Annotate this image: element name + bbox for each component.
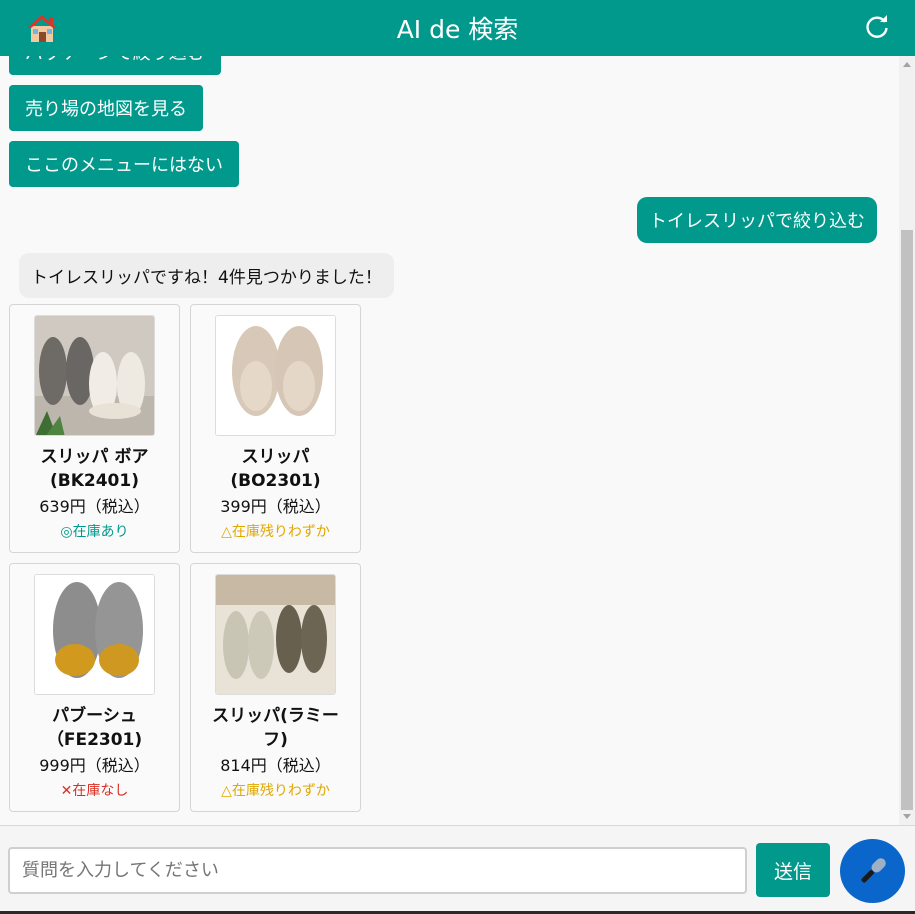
product-name: スリッパ ボア (BK2401)	[40, 447, 149, 491]
chat-area[interactable]: パッケージで絞り込む 売り場の地図を見る ここのメニューにはない トイレスリッパ…	[0, 56, 899, 825]
app-header: AI de 検索	[0, 0, 915, 56]
product-name: パブーシュ （FE2301)	[46, 706, 143, 750]
chat-scrollbar[interactable]	[899, 56, 915, 825]
product-image	[34, 315, 155, 436]
product-price: 639円（税込）	[39, 497, 150, 516]
product-name: スリッパ(ラミーフ)	[212, 706, 339, 750]
product-price: 999円（税込）	[39, 756, 150, 775]
microphone-icon	[860, 858, 886, 883]
scroll-down-icon[interactable]	[903, 814, 911, 819]
product-card[interactable]: スリッパ(ラミーフ) 814円（税込） △在庫残りわずか	[190, 563, 361, 812]
product-image	[34, 574, 155, 695]
product-image	[215, 315, 336, 436]
product-card[interactable]: パブーシュ （FE2301) 999円（税込） ✕在庫なし	[9, 563, 180, 812]
user-message: トイレスリッパで絞り込む	[637, 197, 877, 243]
send-button[interactable]: 送信	[756, 843, 830, 897]
option-button-not-in-menu[interactable]: ここのメニューにはない	[9, 141, 239, 187]
scrollbar-thumb[interactable]	[901, 230, 913, 810]
option-button-map[interactable]: 売り場の地図を見る	[9, 85, 203, 131]
product-name: スリッパ (BO2301)	[230, 447, 321, 491]
stock-status: △在庫残りわずか	[221, 783, 330, 799]
product-price: 399円（税込）	[220, 497, 331, 516]
stock-status: △在庫残りわずか	[221, 524, 330, 540]
microphone-button[interactable]	[840, 839, 905, 903]
product-card[interactable]: スリッパ (BO2301) 399円（税込） △在庫残りわずか	[190, 304, 361, 553]
product-image	[215, 574, 336, 695]
option-button-package[interactable]: パッケージで絞り込む	[9, 56, 221, 75]
home-button[interactable]	[26, 13, 58, 43]
input-bar: 送信	[0, 825, 915, 911]
scroll-up-icon[interactable]	[903, 62, 911, 67]
refresh-button[interactable]	[863, 13, 891, 41]
stock-status: ◎在庫あり	[60, 524, 129, 540]
app-title: AI de 検索	[396, 15, 519, 44]
refresh-icon	[866, 15, 888, 38]
product-card[interactable]: スリッパ ボア (BK2401) 639円（税込） ◎在庫あり	[9, 304, 180, 553]
stock-status: ✕在庫なし	[60, 783, 129, 799]
home-icon	[27, 15, 57, 42]
product-price: 814円（税込）	[220, 756, 331, 775]
question-input[interactable]	[8, 847, 747, 894]
bot-message: トイレスリッパですね！4件見つかりました！	[19, 253, 394, 298]
